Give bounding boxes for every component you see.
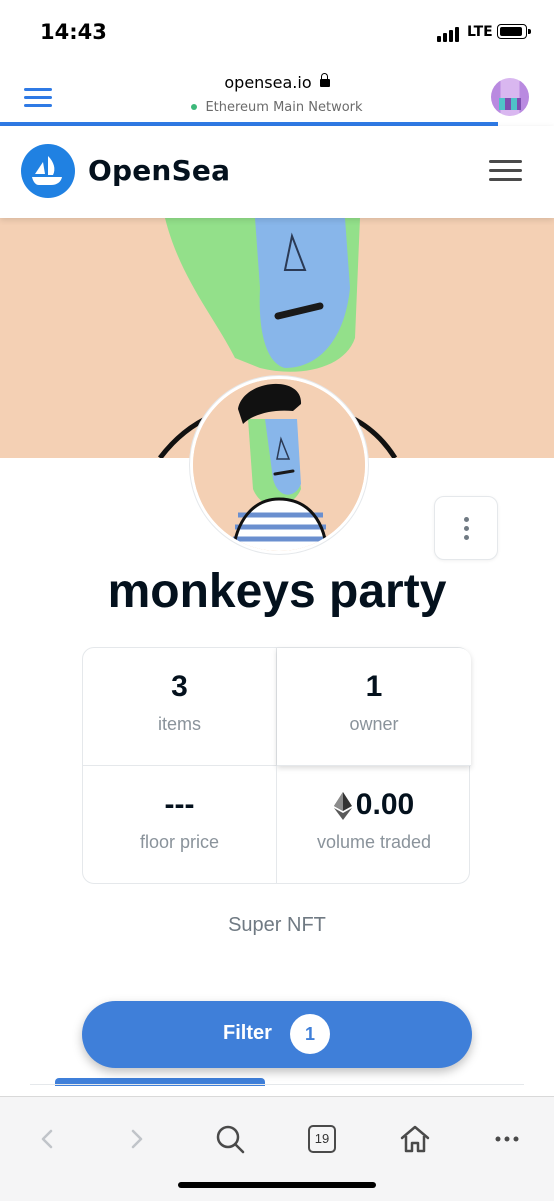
browser-url-bar: opensea.io Ethereum Main Network <box>0 62 554 124</box>
filter-label: Filter <box>223 1022 272 1044</box>
more-horizontal-icon[interactable] <box>487 1119 527 1159</box>
forward-icon[interactable] <box>117 1119 157 1159</box>
brand-name[interactable]: OpenSea <box>88 154 230 187</box>
stat-value-row: 0.00 <box>277 788 471 822</box>
collection-description: Super NFT <box>228 914 326 936</box>
status-bar: 14:43 LTE <box>0 0 554 62</box>
network-indicator: Ethereum Main Network <box>0 100 554 115</box>
stat-value: --- <box>164 788 195 821</box>
url-host-text: opensea.io <box>224 73 312 92</box>
stat-label: items <box>157 714 201 734</box>
filter-count-badge: 1 <box>290 1014 330 1054</box>
network-label: Ethereum Main Network <box>205 100 363 115</box>
stat-label: owner <box>349 714 399 734</box>
more-options-button[interactable] <box>434 496 498 560</box>
collection-title: monkeys party <box>107 565 447 618</box>
more-vertical-icon <box>464 517 469 522</box>
status-time: 14:43 <box>40 20 107 44</box>
network-type: LTE <box>467 24 493 40</box>
filter-button[interactable]: Filter 1 <box>82 1001 472 1068</box>
lock-icon <box>319 73 330 87</box>
stat-value: 1 <box>365 670 383 703</box>
stat-label: volume traded <box>316 832 432 852</box>
site-header: OpenSea <box>0 126 554 218</box>
stat-value: 0.00 <box>355 788 415 821</box>
stat-items[interactable]: 3 items <box>83 648 277 766</box>
stat-volume-traded[interactable]: 0.00 volume traded <box>277 766 471 883</box>
ethereum-icon <box>333 792 352 821</box>
collection-stats: 3 items 1 owner --- floor price 0.00 vol… <box>82 647 471 884</box>
divider <box>30 1084 524 1085</box>
stat-floor-price[interactable]: --- floor price <box>83 766 277 883</box>
home-indicator <box>178 1182 376 1188</box>
opensea-logo-icon[interactable] <box>21 144 75 198</box>
wallet-avatar[interactable] <box>491 78 529 116</box>
battery-icon <box>497 24 531 39</box>
home-icon[interactable] <box>395 1119 435 1159</box>
stat-label: floor price <box>139 832 220 852</box>
back-icon[interactable] <box>27 1119 67 1159</box>
signal-icon <box>437 26 463 42</box>
tab-count: 19 <box>308 1125 336 1153</box>
stat-owners[interactable]: 1 owner <box>277 648 471 766</box>
search-icon[interactable] <box>210 1119 250 1159</box>
menu-icon[interactable] <box>489 160 522 182</box>
collection-avatar <box>190 376 368 554</box>
tabs-icon[interactable]: 19 <box>302 1119 342 1159</box>
stat-value: 3 <box>171 670 188 703</box>
url-host[interactable]: opensea.io <box>0 73 554 92</box>
network-status-dot <box>191 104 198 110</box>
